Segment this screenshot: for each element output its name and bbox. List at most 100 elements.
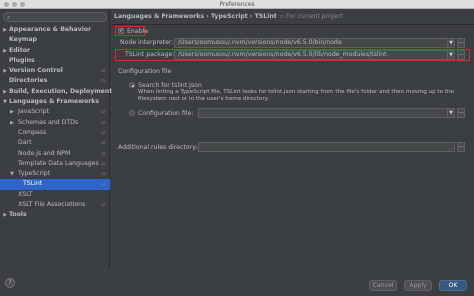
sidebar-item-label: Compass xyxy=(18,128,47,136)
project-scope-icon: ▫ xyxy=(101,68,105,75)
configuration-file-browse-button[interactable]: … xyxy=(457,108,465,118)
sidebar-item-appearance-behavior[interactable]: ▶ Appearance & Behavior xyxy=(0,25,110,35)
sidebar-item-editor[interactable]: ▶ Editor xyxy=(0,46,110,56)
project-scope-icon: ▫ xyxy=(101,140,105,147)
sidebar-item-label: Directories xyxy=(9,77,48,85)
collapsed-arrow-icon[interactable]: ▶ xyxy=(2,66,8,76)
ellipsis-icon: … xyxy=(458,108,464,115)
node-interpreter-label: Node interpreter: xyxy=(120,39,174,46)
settings-content: Languages & Frameworks › TypeScript › TS… xyxy=(111,9,474,269)
collapsed-arrow-icon[interactable]: ▶ xyxy=(2,25,8,35)
settings-search-input[interactable]: ⌕ xyxy=(3,12,107,22)
node-interpreter-dropdown[interactable]: ▼ xyxy=(447,38,455,48)
window-titlebar: Preferences xyxy=(0,0,474,9)
tslint-package-label: TSLint package: xyxy=(125,51,175,58)
collapsed-arrow-icon[interactable]: ▶ xyxy=(2,87,8,97)
sidebar-item-version-control[interactable]: ▶ Version Control ▫ xyxy=(0,66,110,76)
sidebar-item-label: Plugins xyxy=(9,56,35,64)
collapsed-arrow-icon[interactable]: ▶ xyxy=(9,107,15,117)
window-title: Preferences xyxy=(219,1,255,8)
collapsed-arrow-icon[interactable]: ▶ xyxy=(9,118,15,128)
search-icon: ⌕ xyxy=(7,14,11,21)
expanded-arrow-icon[interactable]: ▼ xyxy=(9,169,15,179)
configuration-file-field[interactable] xyxy=(198,108,455,118)
project-scope-icon: ▫ xyxy=(101,202,105,209)
header-divider xyxy=(111,24,474,25)
sidebar-item-xslt-file-associations[interactable]: XSLT File Associations ▫ xyxy=(0,200,110,210)
sidebar-item-compass[interactable]: Compass ▫ xyxy=(0,128,110,138)
sidebar-item-keymap[interactable]: Keymap xyxy=(0,35,110,45)
additional-rules-browse-button[interactable]: … xyxy=(457,142,465,152)
sidebar-item-tslint[interactable]: TSLint ▫ xyxy=(0,179,110,190)
search-tslint-json-label: Search for tslint.json xyxy=(138,82,202,89)
sidebar-item-label: Dart xyxy=(18,139,32,147)
sidebar-item-label: JavaScript xyxy=(18,108,50,116)
sidebar-item-label: XSLT xyxy=(18,190,33,198)
sidebar-item-javascript[interactable]: ▶ JavaScript ▫ xyxy=(0,107,110,117)
enable-checkbox[interactable] xyxy=(118,27,124,34)
chevron-down-icon: ▼ xyxy=(449,110,453,116)
collapsed-arrow-icon[interactable]: ▶ xyxy=(2,210,8,220)
sidebar-item-label: XSLT File Associations xyxy=(18,201,86,209)
chevron-down-icon: ▼ xyxy=(449,40,453,46)
collapsed-arrow-icon[interactable]: ▶ xyxy=(2,46,8,56)
breadcrumb-scope: ▫ For current project xyxy=(280,13,344,20)
enable-label: Enable xyxy=(127,28,149,35)
additional-rules-field[interactable] xyxy=(198,142,455,152)
project-scope-icon: ▫ xyxy=(101,160,105,167)
tslint-package-field[interactable]: /Users/oomusou/.nvm/versions/node/v6.5.0… xyxy=(174,50,455,60)
ellipsis-icon: … xyxy=(458,38,464,45)
project-scope-icon: ▫ xyxy=(101,78,105,85)
sidebar-item-xslt[interactable]: XSLT xyxy=(0,190,110,200)
sidebar-item-template-data-languages[interactable]: Template Data Languages ▫ xyxy=(0,159,110,169)
help-button[interactable]: ? xyxy=(5,278,15,288)
project-scope-icon: ▫ xyxy=(101,171,105,178)
sidebar-item-label: Node.js and NPM xyxy=(18,149,71,157)
sidebar-item-label: Editor xyxy=(9,46,31,54)
configuration-file-radio[interactable] xyxy=(129,110,135,116)
sidebar-item-plugins[interactable]: Plugins xyxy=(0,56,110,66)
sidebar-item-label: Schemas and DTDs xyxy=(18,118,79,126)
sidebar-item-directories[interactable]: Directories ▫ xyxy=(0,76,110,86)
cancel-button[interactable]: Cancel xyxy=(369,280,397,291)
tslint-package-browse-button[interactable]: … xyxy=(457,50,465,60)
project-scope-icon: ▫ xyxy=(101,181,105,188)
sidebar-item-label: Tools xyxy=(9,211,27,219)
sidebar-item-tools[interactable]: ▶ Tools xyxy=(0,210,110,220)
expanded-arrow-icon[interactable]: ▼ xyxy=(2,97,8,107)
node-interpreter-field[interactable]: /Users/oomusou/.nvm/versions/node/v6.5.0… xyxy=(174,38,455,48)
search-description: When linting a TypeScript file, TSLint l… xyxy=(138,89,454,102)
sidebar-item-label: TypeScript xyxy=(18,170,51,178)
sidebar-item-schemas-and-dtds[interactable]: ▶ Schemas and DTDs ▫ xyxy=(0,118,110,128)
sidebar-item-languages-frameworks[interactable]: ▼ Languages & Frameworks xyxy=(0,97,110,107)
sidebar-item-typescript[interactable]: ▼ TypeScript ▫ xyxy=(0,169,110,179)
node-interpreter-browse-button[interactable]: … xyxy=(457,38,465,48)
breadcrumb: Languages & Frameworks › TypeScript › TS… xyxy=(114,13,343,20)
configuration-file-section-title: Configuration file xyxy=(118,68,172,75)
sidebar-item-label: Template Data Languages xyxy=(18,159,99,167)
sidebar-item-label: Appearance & Behavior xyxy=(9,26,92,33)
configuration-file-label: Configuration file: xyxy=(138,110,194,117)
sidebar-item-build-execution-deployment[interactable]: ▶ Build, Execution, Deployment xyxy=(0,87,112,97)
sidebar-item-label: Version Control xyxy=(9,67,63,75)
configuration-file-dropdown[interactable]: ▼ xyxy=(447,108,455,118)
additional-rules-label: Additional rules directory: xyxy=(118,144,198,151)
settings-tree: ▶ Appearance & Behavior Keymap ▶ Editor Plugi… xyxy=(0,25,112,221)
sidebar-item-node-js-and-npm[interactable]: Node.js and NPM ▫ xyxy=(0,149,110,159)
sidebar-item-label: TSLint xyxy=(23,180,43,188)
tslint-package-dropdown[interactable]: ▼ xyxy=(447,50,455,60)
sidebar-item-label: Languages & Frameworks xyxy=(9,98,100,106)
project-scope-icon: ▫ xyxy=(101,109,105,116)
project-scope-icon: ▫ xyxy=(101,129,105,136)
breadcrumb-scope-label: For current project xyxy=(285,13,344,20)
sidebar-item-dart[interactable]: Dart ▫ xyxy=(0,138,110,148)
ellipsis-icon: … xyxy=(458,142,464,149)
apply-button[interactable]: Apply xyxy=(404,280,432,291)
breadcrumb-path: Languages & Frameworks › TypeScript › TS… xyxy=(114,13,277,20)
enable-checkbox-highlight[interactable]: Enable xyxy=(115,26,149,36)
search-tslint-json-radio[interactable] xyxy=(129,82,135,88)
ellipsis-icon: … xyxy=(458,50,464,57)
ok-button[interactable]: OK xyxy=(439,280,467,291)
project-scope-icon: ▫ xyxy=(101,150,105,157)
settings-sidebar: ⌕ ▶ Appearance & Behavior Keymap ▶ Editor Plu… xyxy=(0,9,112,269)
